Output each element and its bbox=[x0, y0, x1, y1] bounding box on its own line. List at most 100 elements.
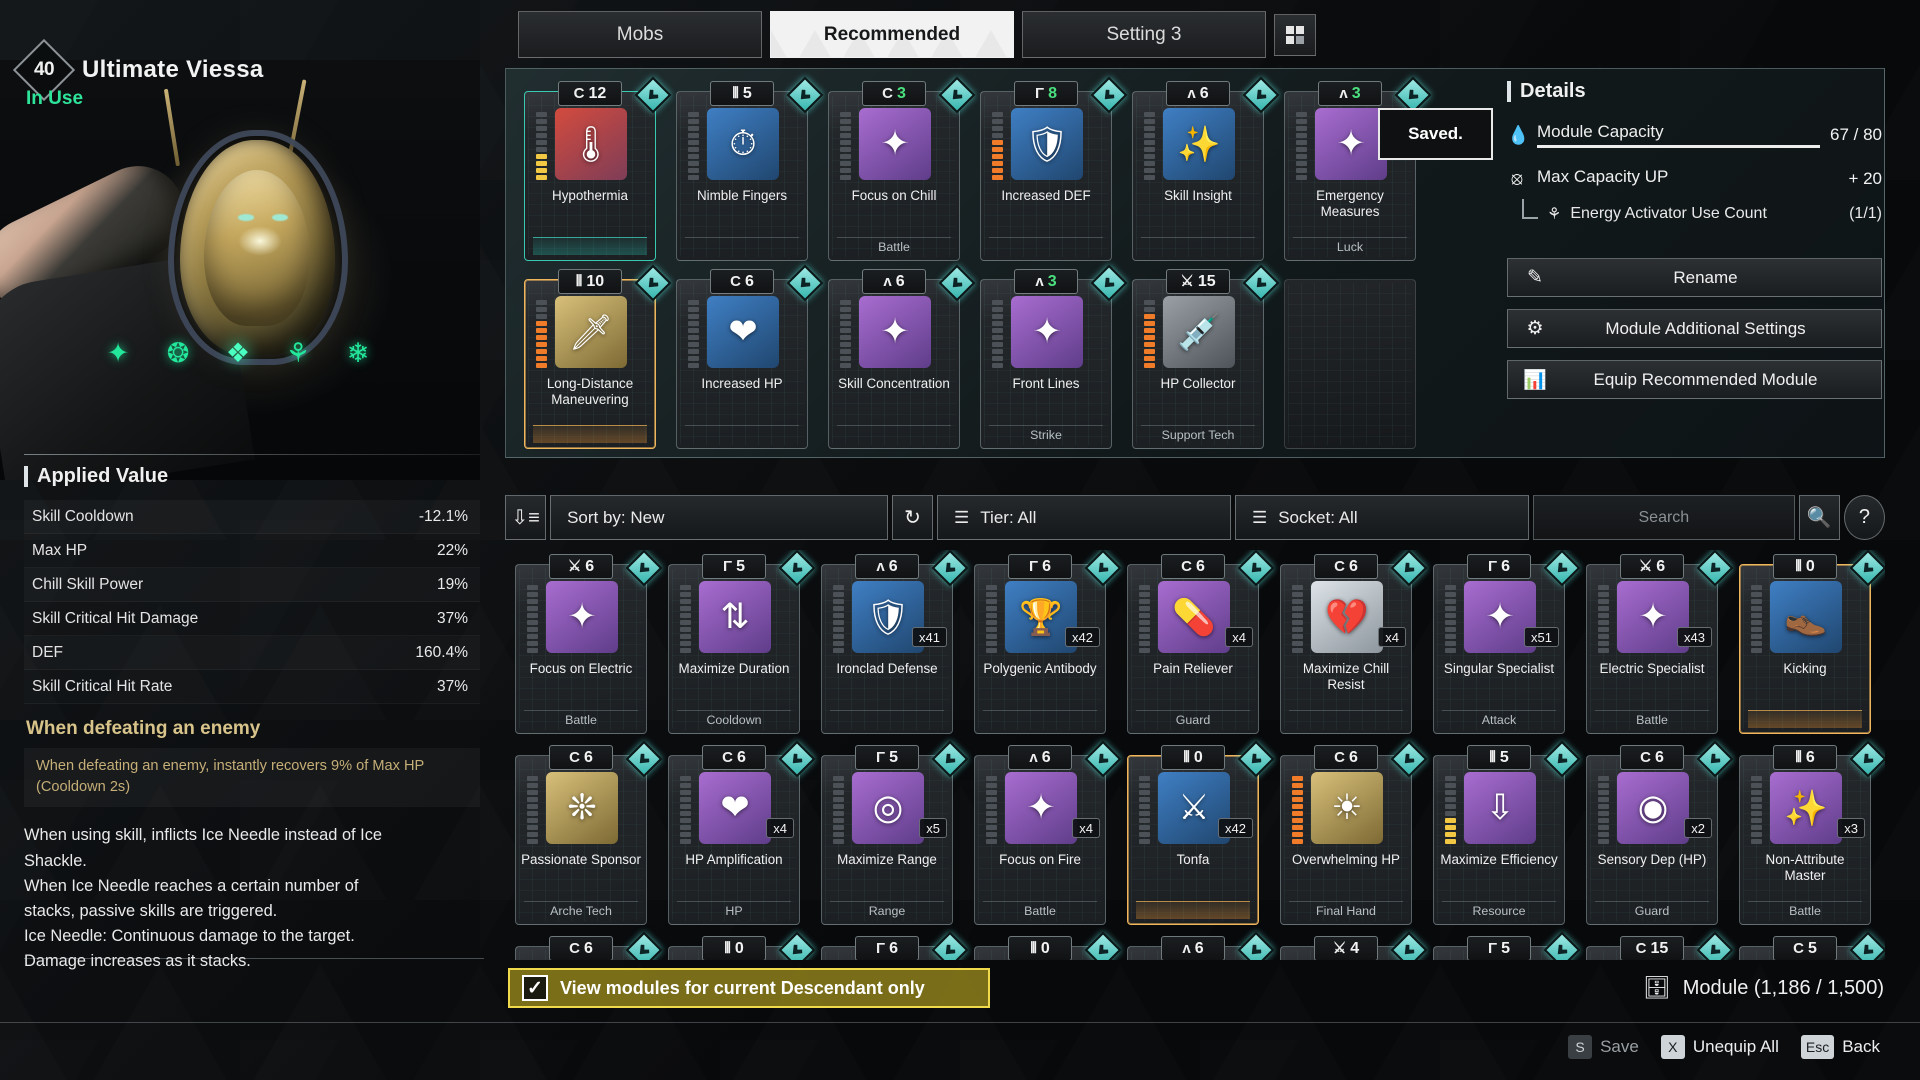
tab-setting-3[interactable]: Setting 3 bbox=[1022, 11, 1266, 58]
module-card[interactable]: ⦀0✦ bbox=[668, 931, 816, 960]
search-magnifier-icon[interactable]: 🔍 bbox=[1798, 495, 1840, 540]
module-card[interactable]: C 6 💊 x4 Pain Reliever Guard bbox=[1127, 550, 1275, 734]
inventory-module-slot[interactable]: ⚔ 6 ✦ x43 Electric Specialist Battle bbox=[1576, 550, 1734, 737]
module-card[interactable]: ⦀ 5 ⏱ Nimble Fingers bbox=[676, 76, 824, 261]
module-card[interactable]: ⚔ 15 💉 HP Collector Support Tech bbox=[1132, 264, 1280, 449]
keybind-save[interactable]: S Save bbox=[1568, 1035, 1639, 1059]
skill-snowflake-icon[interactable]: ❄ bbox=[335, 330, 381, 376]
equip-recommended-module-button[interactable]: 📊 Equip Recommended Module bbox=[1507, 360, 1882, 399]
socket-filter-dropdown[interactable]: ☰ Socket: All bbox=[1234, 495, 1529, 540]
module-card[interactable]: ⦀ 0 👞 Kicking bbox=[1739, 550, 1885, 734]
module-card[interactable]: C 3 ✦ Focus on Chill Battle bbox=[828, 76, 976, 261]
inventory-module-slot[interactable]: C 6 ❊ Passionate Sponsor Arche Tech bbox=[505, 740, 663, 928]
skill-frost-sigil-icon[interactable]: ❂ bbox=[155, 330, 201, 376]
equipped-module-slot[interactable] bbox=[1274, 265, 1426, 453]
tab-mobs[interactable]: Mobs bbox=[518, 11, 762, 58]
module-card[interactable]: Γ 8 🛡 Increased DEF bbox=[980, 76, 1128, 261]
equipped-module-slot[interactable]: ʌ 3 ✦ Front Lines Strike bbox=[970, 264, 1128, 453]
module-card[interactable]: Γ5✦ bbox=[1433, 931, 1581, 960]
module-card[interactable]: ʌ6✦ bbox=[1127, 931, 1275, 960]
module-card[interactable]: ⚔ 6 ✦ Focus on Electric Battle bbox=[515, 550, 663, 734]
module-card[interactable]: ⦀ 10 🗡 Long-Distance Maneuvering bbox=[524, 264, 672, 449]
equipped-module-slot[interactable]: Γ 8 🛡 Increased DEF bbox=[970, 76, 1128, 265]
descendant-filter-checkbox[interactable]: ✓ View modules for current Descendant on… bbox=[508, 968, 990, 1008]
inventory-module-slot[interactable]: C 6 ◉ x2 Sensory Dep (HP) Guard bbox=[1576, 740, 1734, 928]
inventory-module-slot[interactable]: Γ 5 ⇅ Maximize Duration Cooldown bbox=[658, 550, 816, 737]
inventory-module-slot[interactable]: C 6 ☀ Overwhelming HP Final Hand bbox=[1270, 740, 1428, 928]
inventory-module-slot[interactable]: ʌ 6 ✦ x4 Focus on Fire Battle bbox=[964, 740, 1122, 928]
sort-by-dropdown[interactable]: Sort by: New bbox=[550, 495, 888, 540]
module-card[interactable]: C 6 ◉ x2 Sensory Dep (HP) Guard bbox=[1586, 740, 1734, 925]
inventory-module-slot[interactable]: ʌ6✦ bbox=[1117, 931, 1275, 960]
inventory-module-slot[interactable]: ⚔ 6 ✦ Focus on Electric Battle bbox=[505, 550, 663, 737]
equipped-module-slot[interactable]: C 6 ❤ Increased HP bbox=[666, 264, 824, 453]
inventory-module-slot[interactable]: Γ 5 ◎ x5 Maximize Range Range bbox=[811, 740, 969, 928]
module-card[interactable]: Γ 6 🏆 x42 Polygenic Antibody bbox=[974, 550, 1122, 734]
module-card[interactable]: C 12 🌡 Hypothermia bbox=[524, 76, 672, 261]
module-card[interactable]: ⦀ 6 ✨ x3 Non-Attribute Master Battle bbox=[1739, 740, 1885, 925]
inventory-module-slot[interactable]: ⦀0✦ bbox=[964, 931, 1122, 960]
module-card[interactable]: ⦀ 0 ⚔ x42 Tonfa bbox=[1127, 740, 1275, 925]
module-card[interactable]: ⦀0✦ bbox=[974, 931, 1122, 960]
equipped-module-slot[interactable]: ʌ 6 ✦ Skill Concentration bbox=[818, 264, 976, 453]
inventory-module-slot[interactable]: ⦀0✦ bbox=[658, 931, 816, 960]
module-card[interactable]: ⚔4✦ bbox=[1280, 931, 1428, 960]
skill-ice-shard-icon[interactable]: ✦ bbox=[95, 330, 141, 376]
equipped-module-slot[interactable]: C 3 ✦ Focus on Chill Battle bbox=[818, 76, 976, 265]
inventory-module-slot[interactable]: C 6 💔 x4 Maximize Chill Resist bbox=[1270, 550, 1428, 737]
add-preset-icon[interactable] bbox=[1274, 13, 1316, 56]
module-card[interactable]: ʌ 6 ✦ x4 Focus on Fire Battle bbox=[974, 740, 1122, 925]
reset-circular-icon[interactable]: ↻ bbox=[891, 495, 934, 540]
module-card[interactable]: C 6 💔 x4 Maximize Chill Resist bbox=[1280, 550, 1428, 734]
module-card[interactable]: ⚔ 6 ✦ x43 Electric Specialist Battle bbox=[1586, 550, 1734, 734]
inventory-module-slot[interactable]: ⦀ 5 ⇩ Maximize Efficiency Resource bbox=[1423, 740, 1581, 928]
help-question-icon[interactable]: ? bbox=[1843, 495, 1885, 540]
keybind-unequip-all[interactable]: X Unequip All bbox=[1660, 1035, 1779, 1059]
inventory-module-slot[interactable]: C6✦ bbox=[505, 931, 663, 960]
sort-descending-icon[interactable]: ⇩≡ bbox=[505, 495, 547, 540]
rename-button[interactable]: ✎ Rename bbox=[1507, 258, 1882, 297]
inventory-module-slot[interactable]: C 6 💊 x4 Pain Reliever Guard bbox=[1117, 550, 1275, 737]
empty-module-slot[interactable] bbox=[1284, 279, 1416, 449]
module-card[interactable]: Γ 6 ✦ x51 Singular Specialist Attack bbox=[1433, 550, 1581, 734]
inventory-module-slot[interactable]: C 6 ❤ x4 HP Amplification HP bbox=[658, 740, 816, 928]
module-card[interactable]: C6✦ bbox=[515, 931, 663, 960]
module-card[interactable]: Γ 5 ◎ x5 Maximize Range Range bbox=[821, 740, 969, 925]
module-card[interactable]: C 6 ☀ Overwhelming HP Final Hand bbox=[1280, 740, 1428, 925]
inventory-module-slot[interactable]: ʌ 6 🛡 x41 Ironclad Defense bbox=[811, 550, 969, 737]
tier-filter-dropdown[interactable]: ☰ Tier: All bbox=[937, 495, 1231, 540]
inventory-module-slot[interactable]: ⦀ 6 ✨ x3 Non-Attribute Master Battle bbox=[1729, 740, 1885, 928]
module-inventory[interactable]: ⚔ 6 ✦ Focus on Electric Battle Γ 5 ⇅ Maximize Du… bbox=[505, 550, 1885, 960]
equipped-module-slot[interactable]: ⦀ 5 ⏱ Nimble Fingers bbox=[666, 76, 824, 265]
module-card[interactable]: ⦀ 5 ⇩ Maximize Efficiency Resource bbox=[1433, 740, 1581, 925]
inventory-module-slot[interactable]: Γ5✦ bbox=[1423, 931, 1581, 960]
inventory-module-slot[interactable]: C15✦ bbox=[1576, 931, 1734, 960]
skill-blizzard-icon[interactable]: ❖ bbox=[215, 330, 261, 376]
module-card[interactable]: ʌ 3 ✦ Front Lines Strike bbox=[980, 264, 1128, 449]
inventory-module-slot[interactable]: ⦀ 0 👞 Kicking bbox=[1729, 550, 1885, 737]
equipped-module-slot[interactable]: ⦀ 10 🗡 Long-Distance Maneuvering bbox=[514, 264, 672, 453]
inventory-module-slot[interactable]: Γ 6 ✦ x51 Singular Specialist Attack bbox=[1423, 550, 1581, 737]
equipped-module-slot[interactable]: ⚔ 15 💉 HP Collector Support Tech bbox=[1122, 264, 1280, 453]
module-card[interactable]: C 6 ❊ Passionate Sponsor Arche Tech bbox=[515, 740, 663, 925]
module-card[interactable]: C 6 ❤ x4 HP Amplification HP bbox=[668, 740, 816, 925]
inventory-module-slot[interactable]: ⚔4✦ bbox=[1270, 931, 1428, 960]
module-card[interactable]: ʌ 6 ✨ Skill Insight bbox=[1132, 76, 1280, 261]
module-card[interactable]: C5✦ bbox=[1739, 931, 1885, 960]
inventory-module-slot[interactable]: Γ6✦ bbox=[811, 931, 969, 960]
module-card[interactable]: ʌ 6 ✦ Skill Concentration bbox=[828, 264, 976, 449]
module-card[interactable]: C 6 ❤ Increased HP bbox=[676, 264, 824, 449]
module-card[interactable]: ʌ 6 🛡 x41 Ironclad Defense bbox=[821, 550, 969, 734]
inventory-module-slot[interactable]: C5✦ bbox=[1729, 931, 1885, 960]
inventory-module-slot[interactable]: Γ 6 🏆 x42 Polygenic Antibody bbox=[964, 550, 1122, 737]
module-card[interactable]: C15✦ bbox=[1586, 931, 1734, 960]
skill-cold-wave-icon[interactable]: ⚘ bbox=[275, 330, 321, 376]
equipped-module-slot[interactable]: ʌ 6 ✨ Skill Insight bbox=[1122, 76, 1280, 265]
module-card[interactable]: Γ6✦ bbox=[821, 931, 969, 960]
checkbox-check-icon[interactable]: ✓ bbox=[522, 975, 548, 1001]
module-card[interactable]: Γ 5 ⇅ Maximize Duration Cooldown bbox=[668, 550, 816, 734]
inventory-module-slot[interactable]: ⦀ 0 ⚔ x42 Tonfa bbox=[1117, 740, 1275, 928]
module-additional-settings-button[interactable]: ⚙ Module Additional Settings bbox=[1507, 309, 1882, 348]
equipped-module-slot[interactable]: ʌ 3 ✦ Emergency Measures Luck bbox=[1274, 76, 1432, 265]
keybind-back[interactable]: Esc Back bbox=[1800, 1035, 1880, 1059]
